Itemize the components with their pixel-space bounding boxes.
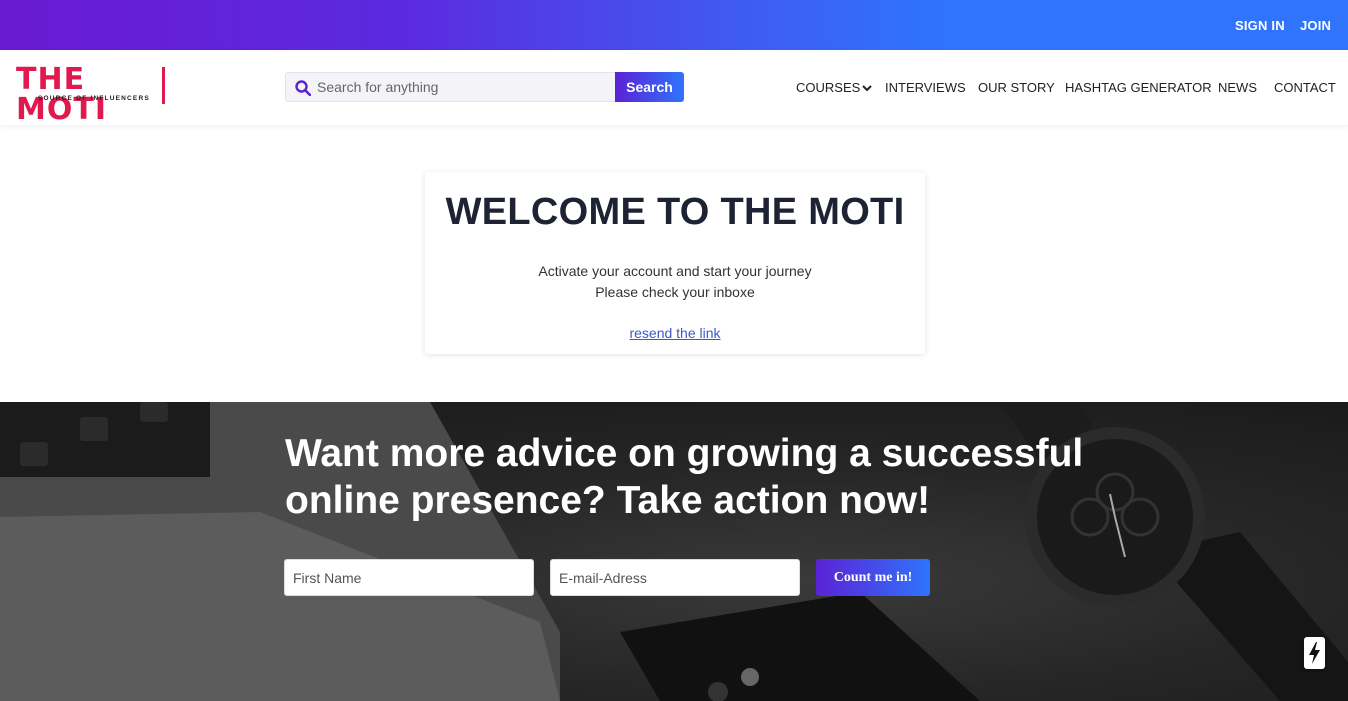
nav-contact[interactable]: CONTACT (1274, 80, 1336, 95)
nav-hashtag-generator[interactable]: HASHTAG GENERATOR (1065, 80, 1212, 95)
join-link[interactable]: JOIN (1300, 18, 1331, 33)
newsletter-section: Want more advice on growing a successful… (0, 402, 1348, 701)
nav-courses-label: COURSES (796, 80, 861, 95)
search-input[interactable] (317, 73, 612, 101)
check-inbox-message: Please check your inboxe (595, 284, 755, 300)
logo-bar (162, 67, 165, 104)
chevron-down-icon (862, 85, 873, 92)
logo[interactable]: THE MOTI SOURCE OF INFLUENCERS (16, 65, 168, 125)
nav-our-story[interactable]: OUR STORY (978, 80, 1055, 95)
lightning-icon[interactable] (1304, 637, 1325, 669)
nav-courses[interactable]: COURSES (796, 80, 873, 95)
resend-link[interactable]: resend the link (425, 325, 925, 341)
welcome-title: WELCOME TO THE MOTI (445, 191, 905, 233)
email-field[interactable] (550, 559, 800, 596)
search-icon (295, 80, 311, 96)
nav-interviews[interactable]: INTERVIEWS (885, 80, 966, 95)
site-header: THE MOTI SOURCE OF INFLUENCERS Search CO… (0, 50, 1348, 125)
search-bar: Search (285, 72, 684, 102)
nav-news[interactable]: NEWS (1218, 80, 1257, 95)
activate-message: Activate your account and start your jou… (538, 263, 812, 279)
welcome-card: WELCOME TO THE MOTI Activate your accoun… (425, 172, 925, 354)
first-name-field[interactable] (284, 559, 534, 596)
count-me-in-button[interactable]: Count me in! (816, 559, 930, 596)
logo-subtitle: SOURCE OF INFLUENCERS (38, 95, 150, 102)
top-bar: SIGN IN JOIN (0, 0, 1348, 50)
sign-in-link[interactable]: SIGN IN (1235, 18, 1285, 33)
search-button[interactable]: Search (615, 72, 684, 102)
newsletter-heading: Want more advice on growing a successful… (285, 432, 1084, 522)
search-box (285, 72, 616, 102)
